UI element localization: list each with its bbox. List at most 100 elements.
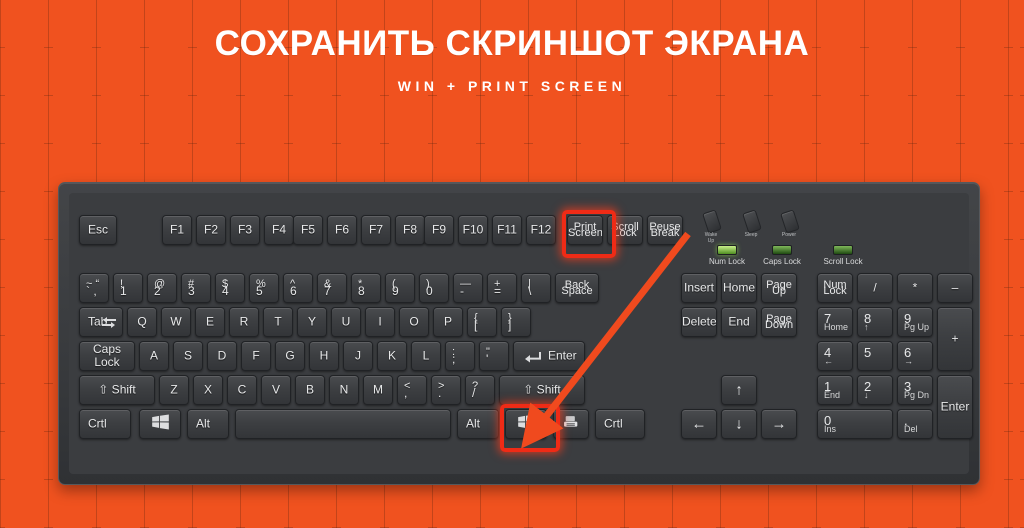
key-q[interactable]: Q (127, 307, 157, 337)
quote-key[interactable]: " ' (479, 341, 509, 371)
number-row-key-7[interactable]: ^ 6 (283, 273, 313, 303)
key-h[interactable]: H (309, 341, 339, 371)
f6-key[interactable]: F6 (327, 215, 357, 245)
arrow-down-key[interactable]: ↓ (721, 409, 757, 439)
bracket-right-key[interactable]: }] (501, 307, 531, 337)
numpad-key-5[interactable]: 5 (857, 341, 893, 371)
slash-key[interactable]: ? / (465, 375, 495, 405)
print-screen-key[interactable]: Print Screen (567, 215, 603, 245)
win-left-key[interactable] (139, 409, 181, 439)
key-g[interactable]: G (275, 341, 305, 371)
number-row-key-3[interactable]: @2 (147, 273, 177, 303)
number-row-key-10[interactable]: (9 (385, 273, 415, 303)
key-v[interactable]: V (261, 375, 291, 405)
key-l[interactable]: L (411, 341, 441, 371)
numpad-key-2[interactable]: 2 ↓ (857, 375, 893, 405)
key-o[interactable]: O (399, 307, 429, 337)
key-x[interactable]: X (193, 375, 223, 405)
f5-key[interactable]: F5 (293, 215, 323, 245)
key-b[interactable]: B (295, 375, 325, 405)
pause-break-key[interactable]: Peuse Break (647, 215, 683, 245)
key-n[interactable]: N (329, 375, 359, 405)
numpad-key-4[interactable]: 4 ← (817, 341, 853, 371)
caps-lock-key[interactable]: Caps Lock (79, 341, 135, 371)
number-row-key-5[interactable]: $4 (215, 273, 245, 303)
numpad-key-8[interactable]: 8 ↑ (857, 307, 893, 337)
f12-key[interactable]: F12 (526, 215, 556, 245)
arrow-right-key[interactable]: → (761, 409, 797, 439)
key-d[interactable]: D (207, 341, 237, 371)
numpad-key-3[interactable]: 3 Pg Dn (897, 375, 933, 405)
f10-key[interactable]: F10 (458, 215, 488, 245)
enter-key[interactable]: Enter (513, 341, 585, 371)
number-row-key-4[interactable]: #3 (181, 273, 211, 303)
key-a[interactable]: A (139, 341, 169, 371)
key-r[interactable]: R (229, 307, 259, 337)
f9-key[interactable]: F9 (424, 215, 454, 245)
tab-key[interactable]: Tab (79, 307, 123, 337)
key-i[interactable]: I (365, 307, 395, 337)
number-row-key-13[interactable]: + = (487, 273, 517, 303)
bracket-left-key[interactable]: {[ (467, 307, 497, 337)
f7-key[interactable]: F7 (361, 215, 391, 245)
ctrl-right-key[interactable]: Crtl (595, 409, 645, 439)
number-row-key-8[interactable]: & 7 (317, 273, 347, 303)
number-row-key-1[interactable]: ~ “` , (79, 273, 109, 303)
number-row-key-14[interactable]: | \ (521, 273, 551, 303)
backspace-key[interactable]: Back Space (555, 273, 599, 303)
numpad-minus-key[interactable]: – (937, 273, 973, 303)
numpad-key-9[interactable]: 9 Pg Up (897, 307, 933, 337)
menu-key[interactable] (553, 409, 589, 439)
period-key[interactable]: >. (431, 375, 461, 405)
numpad-enter-key[interactable]: Enter (937, 375, 973, 439)
numpad-key-0[interactable]: 0 Ins (817, 409, 893, 439)
esc-key[interactable]: Esc (79, 215, 117, 245)
shift-right-key[interactable]: ⇧ Shift (499, 375, 585, 405)
alt-right-key[interactable]: Alt (457, 409, 499, 439)
nav-key-insert[interactable]: Insert (681, 273, 717, 303)
key-p[interactable]: P (433, 307, 463, 337)
number-row-key-12[interactable]: — - (453, 273, 483, 303)
key-u[interactable]: U (331, 307, 361, 337)
win-right-key[interactable] (505, 409, 547, 439)
numpad-numlock-key[interactable]: Num Lock (817, 273, 853, 303)
numpad-key-decimal[interactable]: . Del (897, 409, 933, 439)
numpad-divide-key[interactable]: / (857, 273, 893, 303)
key-k[interactable]: K (377, 341, 407, 371)
f11-key[interactable]: F11 (492, 215, 522, 245)
number-row-key-11[interactable]: ) 0 (419, 273, 449, 303)
arrow-left-key[interactable]: ← (681, 409, 717, 439)
f1-key[interactable]: F1 (162, 215, 192, 245)
power-button-2[interactable] (742, 209, 762, 234)
f2-key[interactable]: F2 (196, 215, 226, 245)
comma-key[interactable]: <, (397, 375, 427, 405)
semicolon-key[interactable]: :; (445, 341, 475, 371)
shift-left-key[interactable]: ⇧ Shift (79, 375, 155, 405)
power-button-3[interactable] (780, 209, 800, 234)
key-s[interactable]: S (173, 341, 203, 371)
key-t[interactable]: T (263, 307, 293, 337)
nav-key-home[interactable]: Home (721, 273, 757, 303)
key-y[interactable]: Y (297, 307, 327, 337)
number-row-key-6[interactable]: % 5 (249, 273, 279, 303)
numpad-multiply-key[interactable]: * (897, 273, 933, 303)
arrow-up-key[interactable]: ↑ (721, 375, 757, 405)
number-row-key-2[interactable]: ! 1 (113, 273, 143, 303)
f3-key[interactable]: F3 (230, 215, 260, 245)
scroll-lock-key[interactable]: Scroll Lock (607, 215, 643, 245)
numpad-key-7[interactable]: 7 Home (817, 307, 853, 337)
nav-key-page-up[interactable]: Page Up (761, 273, 797, 303)
nav-key-end[interactable]: End (721, 307, 757, 337)
space-key[interactable] (235, 409, 451, 439)
nav-key-page-down[interactable]: Page Down (761, 307, 797, 337)
key-e[interactable]: E (195, 307, 225, 337)
numpad-plus-key[interactable]: + (937, 307, 973, 371)
power-button-1[interactable] (702, 209, 722, 234)
number-row-key-9[interactable]: * 8 (351, 273, 381, 303)
key-c[interactable]: C (227, 375, 257, 405)
key-z[interactable]: Z (159, 375, 189, 405)
key-f[interactable]: F (241, 341, 271, 371)
f8-key[interactable]: F8 (395, 215, 425, 245)
numpad-key-6[interactable]: 6 → (897, 341, 933, 371)
ctrl-left-key[interactable]: Crtl (79, 409, 131, 439)
